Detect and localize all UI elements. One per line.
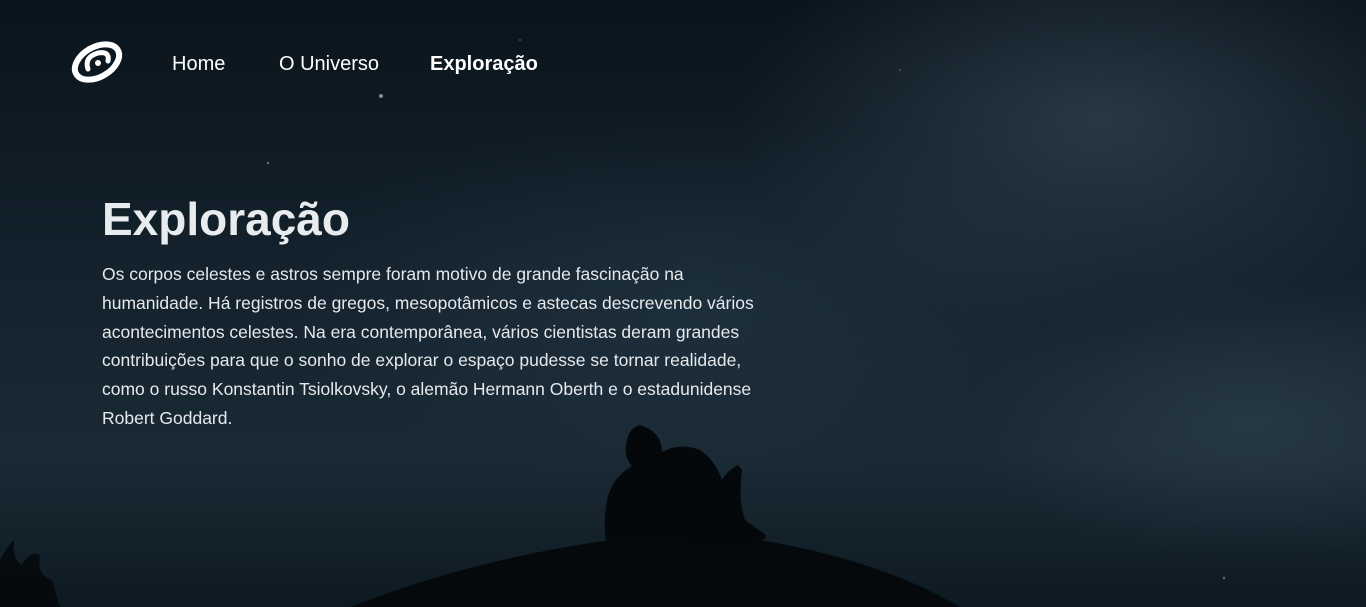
nav-item-o-universo[interactable]: O Universo [279, 52, 379, 76]
hero-section: Exploração Os corpos celestes e astros s… [102, 190, 762, 433]
hero-description: Os corpos celestes e astros sempre foram… [102, 264, 754, 428]
spiral-galaxy-icon[interactable] [70, 39, 124, 85]
page-title: Exploração [102, 193, 350, 245]
nav-item-exploracao[interactable]: Exploração [430, 52, 538, 76]
top-navbar: Home O Universo Exploração [0, 0, 1366, 128]
nav-item-home[interactable]: Home [172, 52, 225, 76]
